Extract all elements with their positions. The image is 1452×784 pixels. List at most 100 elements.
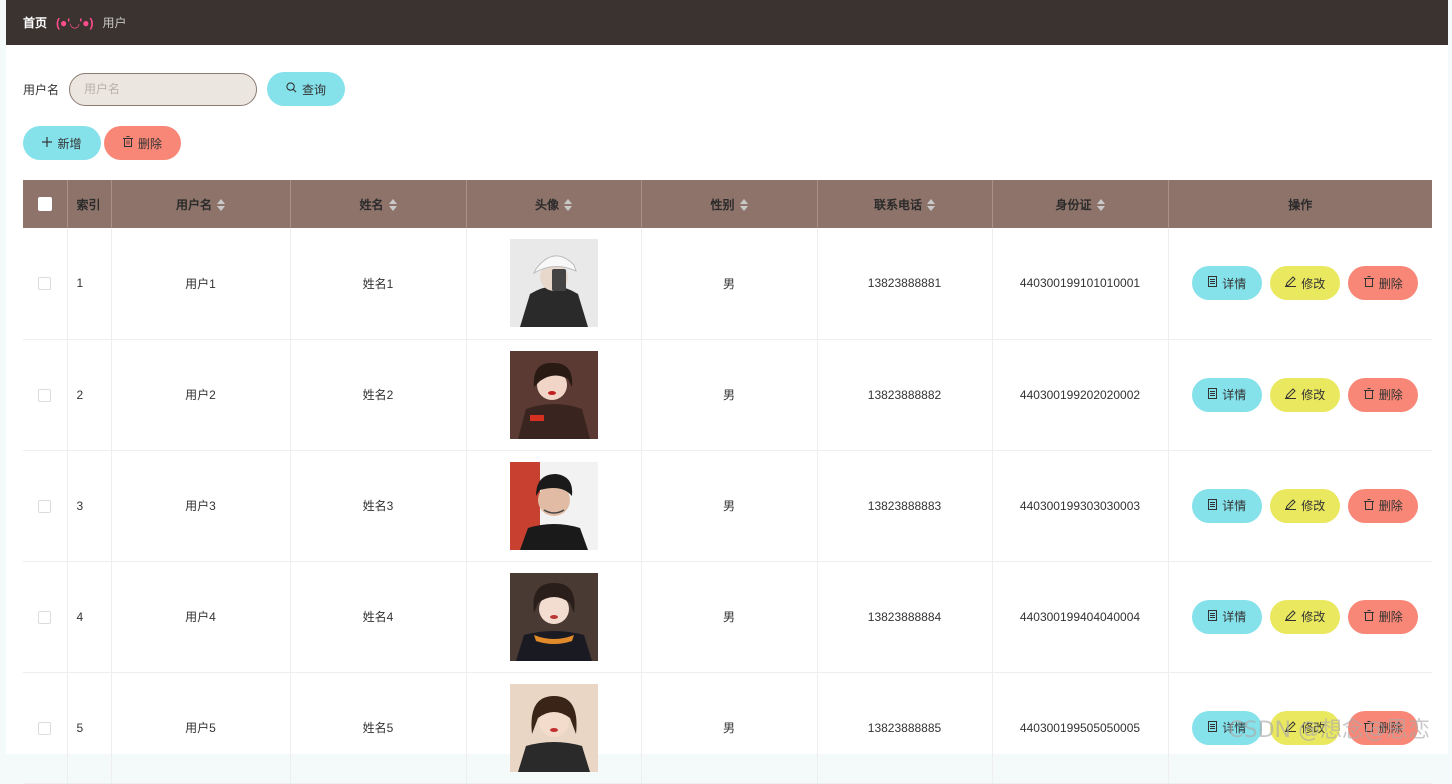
row-select-cell[interactable] xyxy=(23,450,68,561)
header-username[interactable]: 用户名 xyxy=(111,180,291,228)
sort-icon[interactable] xyxy=(217,199,225,212)
row-actions: 详情 修改 删除 xyxy=(1168,228,1432,339)
trash-icon xyxy=(1363,498,1374,513)
edit-button-label: 修改 xyxy=(1301,499,1326,513)
row-delete-button[interactable]: 删除 xyxy=(1348,488,1419,523)
breadcrumb-current: 用户 xyxy=(102,16,127,30)
row-idcard: 440300199404040004 xyxy=(992,561,1169,672)
header-name[interactable]: 姓名 xyxy=(290,180,467,228)
trash-icon xyxy=(122,136,133,150)
sort-icon[interactable] xyxy=(739,199,748,212)
row-username: 用户4 xyxy=(111,561,291,672)
sort-icon[interactable] xyxy=(564,199,572,212)
add-button-label: 新增 xyxy=(57,136,82,151)
row-index: 3 xyxy=(67,450,112,561)
row-delete-button[interactable]: 删除 xyxy=(1348,266,1419,301)
row-phone: 13823888883 xyxy=(817,450,993,561)
pencil-icon xyxy=(1285,609,1297,624)
header-name-label: 姓名 xyxy=(359,197,384,212)
breadcrumb-home[interactable]: 首页 xyxy=(23,14,47,31)
row-avatar xyxy=(466,228,642,339)
document-icon xyxy=(1208,498,1218,513)
row-actions: 详情 修改 删除 xyxy=(1168,561,1432,672)
edit-button[interactable]: 修改 xyxy=(1270,599,1341,634)
row-name: 姓名1 xyxy=(290,228,467,339)
sort-icon[interactable] xyxy=(1096,199,1105,212)
batch-delete-button[interactable]: 删除 xyxy=(104,126,181,160)
row-gender: 男 xyxy=(641,228,818,339)
table-row: 2 用户2 姓名2 男 13823888882 440300199202020002 详情 修… xyxy=(23,339,1432,450)
row-gender: 男 xyxy=(641,450,818,561)
row-delete-label: 删除 xyxy=(1378,388,1403,402)
header-index: 索引 xyxy=(67,180,112,228)
trash-icon xyxy=(1363,720,1374,735)
search-icon xyxy=(286,82,297,96)
row-checkbox[interactable] xyxy=(38,388,52,402)
header-phone[interactable]: 联系电话 xyxy=(817,180,993,228)
row-actions: 详情 修改 删除 xyxy=(1168,672,1432,783)
row-name: 姓名3 xyxy=(290,450,467,561)
row-index: 1 xyxy=(67,228,112,339)
detail-button[interactable]: 详情 xyxy=(1192,377,1263,412)
row-checkbox[interactable] xyxy=(38,610,52,624)
header-avatar[interactable]: 头像 xyxy=(466,180,642,228)
trash-icon xyxy=(1363,387,1374,402)
header-gender-label: 性别 xyxy=(710,197,735,212)
edit-button[interactable]: 修改 xyxy=(1270,488,1341,523)
header-idcard[interactable]: 身份证 xyxy=(992,180,1169,228)
user-table: 索引 用户名 姓名 头像 性别 联系电话 身份证 操作 1 用户1 姓名1 男 1382… xyxy=(23,180,1432,784)
table-row: 4 用户4 姓名4 男 13823888884 440300199404040004 详情 修… xyxy=(23,561,1432,672)
header-select-all[interactable] xyxy=(23,180,68,228)
detail-button[interactable]: 详情 xyxy=(1192,488,1263,523)
edit-button-label: 修改 xyxy=(1301,721,1326,735)
row-select-cell[interactable] xyxy=(23,339,68,450)
edit-button[interactable]: 修改 xyxy=(1270,377,1341,412)
avatar[interactable] xyxy=(468,239,640,328)
add-button[interactable]: 新增 xyxy=(23,126,101,160)
row-delete-button[interactable]: 删除 xyxy=(1348,377,1419,412)
detail-button[interactable]: 详情 xyxy=(1192,266,1263,301)
header-idcard-label: 身份证 xyxy=(1055,197,1092,212)
row-avatar xyxy=(466,561,642,672)
detail-button[interactable]: 详情 xyxy=(1192,599,1263,634)
edit-button[interactable]: 修改 xyxy=(1270,710,1341,745)
row-username: 用户1 xyxy=(111,228,291,339)
breadcrumb: 首页 (●'◡'●) 用户 xyxy=(6,0,1448,45)
detail-button-label: 详情 xyxy=(1222,276,1247,291)
header-avatar-label: 头像 xyxy=(534,197,559,212)
row-phone: 13823888881 xyxy=(817,228,993,339)
pencil-icon xyxy=(1285,276,1297,290)
edit-button[interactable]: 修改 xyxy=(1270,266,1341,301)
header-username-label: 用户名 xyxy=(175,197,212,212)
select-all-checkbox[interactable] xyxy=(37,197,52,212)
header-gender[interactable]: 性别 xyxy=(641,180,818,228)
row-gender: 男 xyxy=(641,561,818,672)
row-idcard: 440300199303030003 xyxy=(992,450,1169,561)
row-select-cell[interactable] xyxy=(23,672,68,783)
pencil-icon xyxy=(1285,498,1297,513)
pencil-icon xyxy=(1285,720,1297,735)
search-bar: 用户名 查询 xyxy=(23,72,346,106)
row-delete-button[interactable]: 删除 xyxy=(1348,710,1419,745)
row-idcard: 440300199101010001 xyxy=(992,228,1169,339)
avatar[interactable] xyxy=(468,461,640,550)
detail-button[interactable]: 详情 xyxy=(1192,710,1263,745)
detail-button-label: 详情 xyxy=(1222,388,1247,402)
avatar[interactable] xyxy=(468,572,640,661)
sort-icon[interactable] xyxy=(388,199,397,212)
row-select-cell[interactable] xyxy=(23,228,68,339)
avatar[interactable] xyxy=(468,350,640,439)
row-select-cell[interactable] xyxy=(23,561,68,672)
row-checkbox[interactable] xyxy=(38,721,52,735)
row-delete-label: 删除 xyxy=(1378,276,1403,291)
plus-icon xyxy=(42,136,53,150)
row-checkbox[interactable] xyxy=(38,277,52,291)
sort-icon[interactable] xyxy=(927,199,935,212)
search-input[interactable] xyxy=(69,72,258,106)
row-delete-button[interactable]: 删除 xyxy=(1348,599,1419,634)
row-delete-label: 删除 xyxy=(1378,610,1403,624)
avatar[interactable] xyxy=(468,683,640,772)
breadcrumb-separator: (●'◡'●) xyxy=(56,15,94,30)
row-checkbox[interactable] xyxy=(38,499,52,513)
query-button[interactable]: 查询 xyxy=(267,72,346,106)
